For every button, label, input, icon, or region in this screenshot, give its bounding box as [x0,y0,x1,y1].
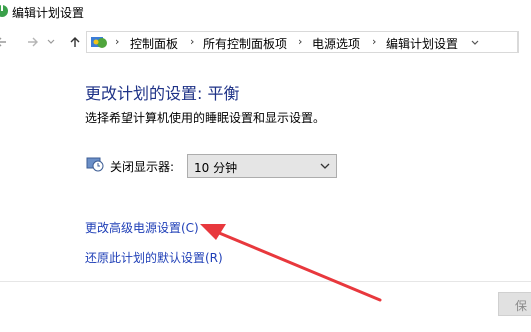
title-bar: 编辑计划设置 [0,0,531,26]
footer-divider [0,281,531,282]
display-off-value: 10 分钟 [194,161,238,175]
back-arrow-icon[interactable] [0,33,10,51]
control-panel-icon [91,37,107,48]
chevron-down-icon [320,163,330,169]
forward-arrow-icon[interactable] [24,33,42,51]
breadcrumb-separator: › [298,35,303,48]
advanced-power-settings-link[interactable]: 更改高级电源设置(C) [85,219,199,236]
page-title: 更改计划的设置: 平衡 [85,84,240,103]
up-arrow-icon[interactable] [66,33,84,51]
save-button-label: 保 [515,299,528,313]
window-title: 编辑计划设置 [12,6,85,20]
display-off-label: 关闭显示器: [110,160,175,174]
breadcrumb-all-items[interactable]: 所有控制面板项 [203,35,287,52]
power-options-icon [0,5,8,17]
breadcrumb-separator: › [372,35,377,48]
address-dropdown-button[interactable] [470,37,480,50]
recent-locations-button[interactable] [42,33,60,51]
restore-defaults-link[interactable]: 还原此计划的默认设置(R) [85,249,223,266]
breadcrumb-control-panel[interactable]: 控制面板 [130,35,178,52]
breadcrumb-separator: › [115,35,120,48]
refresh-button[interactable] [518,31,531,53]
monitor-clock-icon [86,157,104,172]
page-description: 选择希望计算机使用的睡眠设置和显示设置。 [85,111,326,125]
save-button[interactable]: 保 [498,292,531,316]
breadcrumb-edit-plan[interactable]: 编辑计划设置 [386,35,458,52]
breadcrumb-separator: › [190,35,195,48]
breadcrumb-power-options[interactable]: 电源选项 [312,35,360,52]
display-off-select[interactable]: 10 分钟 [187,154,337,178]
